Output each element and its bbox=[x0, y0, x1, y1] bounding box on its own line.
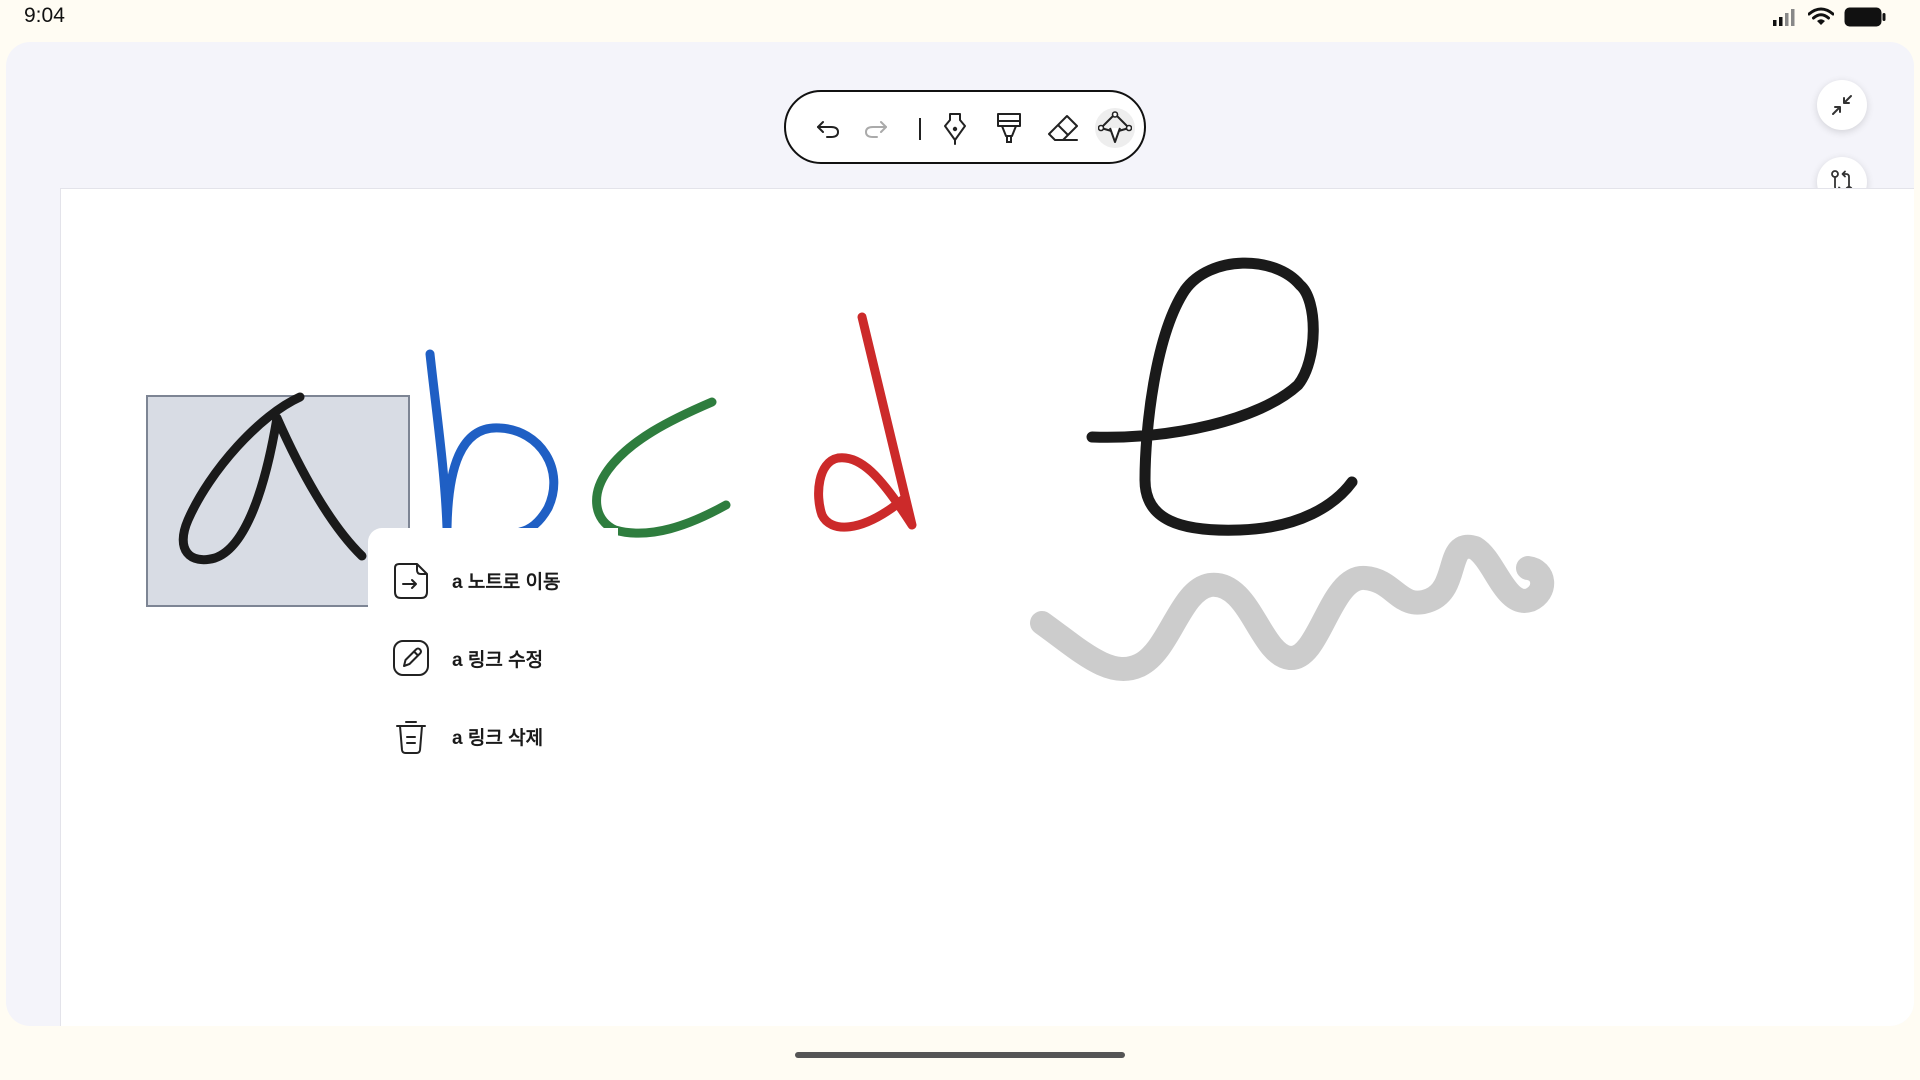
stroke-letter-d bbox=[814, 312, 917, 532]
edit-link-icon bbox=[390, 637, 432, 679]
link-context-menu: a 노트로 이동 a 링크 수정 a 링크 삭제 bbox=[368, 528, 618, 768]
menu-item-label: a 링크 수정 bbox=[452, 649, 544, 671]
stroke-letter-a bbox=[178, 392, 367, 565]
stroke-letter-b bbox=[425, 349, 559, 537]
stroke-gray-wave bbox=[1030, 534, 1555, 681]
home-indicator[interactable] bbox=[795, 1052, 1125, 1058]
handwriting-strokes bbox=[178, 257, 1555, 681]
menu-item-delete-link[interactable]: a 링크 삭제 bbox=[390, 712, 610, 760]
delete-icon bbox=[390, 715, 432, 757]
menu-item-label: a 노트로 이동 bbox=[452, 571, 561, 593]
stroke-letter-c bbox=[592, 397, 731, 538]
stroke-letter-e bbox=[1086, 257, 1358, 536]
menu-item-move-to-note[interactable]: a 노트로 이동 bbox=[390, 556, 610, 604]
move-to-note-icon bbox=[390, 559, 432, 601]
menu-item-label: a 링크 삭제 bbox=[452, 727, 544, 749]
menu-item-edit-link[interactable]: a 링크 수정 bbox=[390, 634, 610, 682]
